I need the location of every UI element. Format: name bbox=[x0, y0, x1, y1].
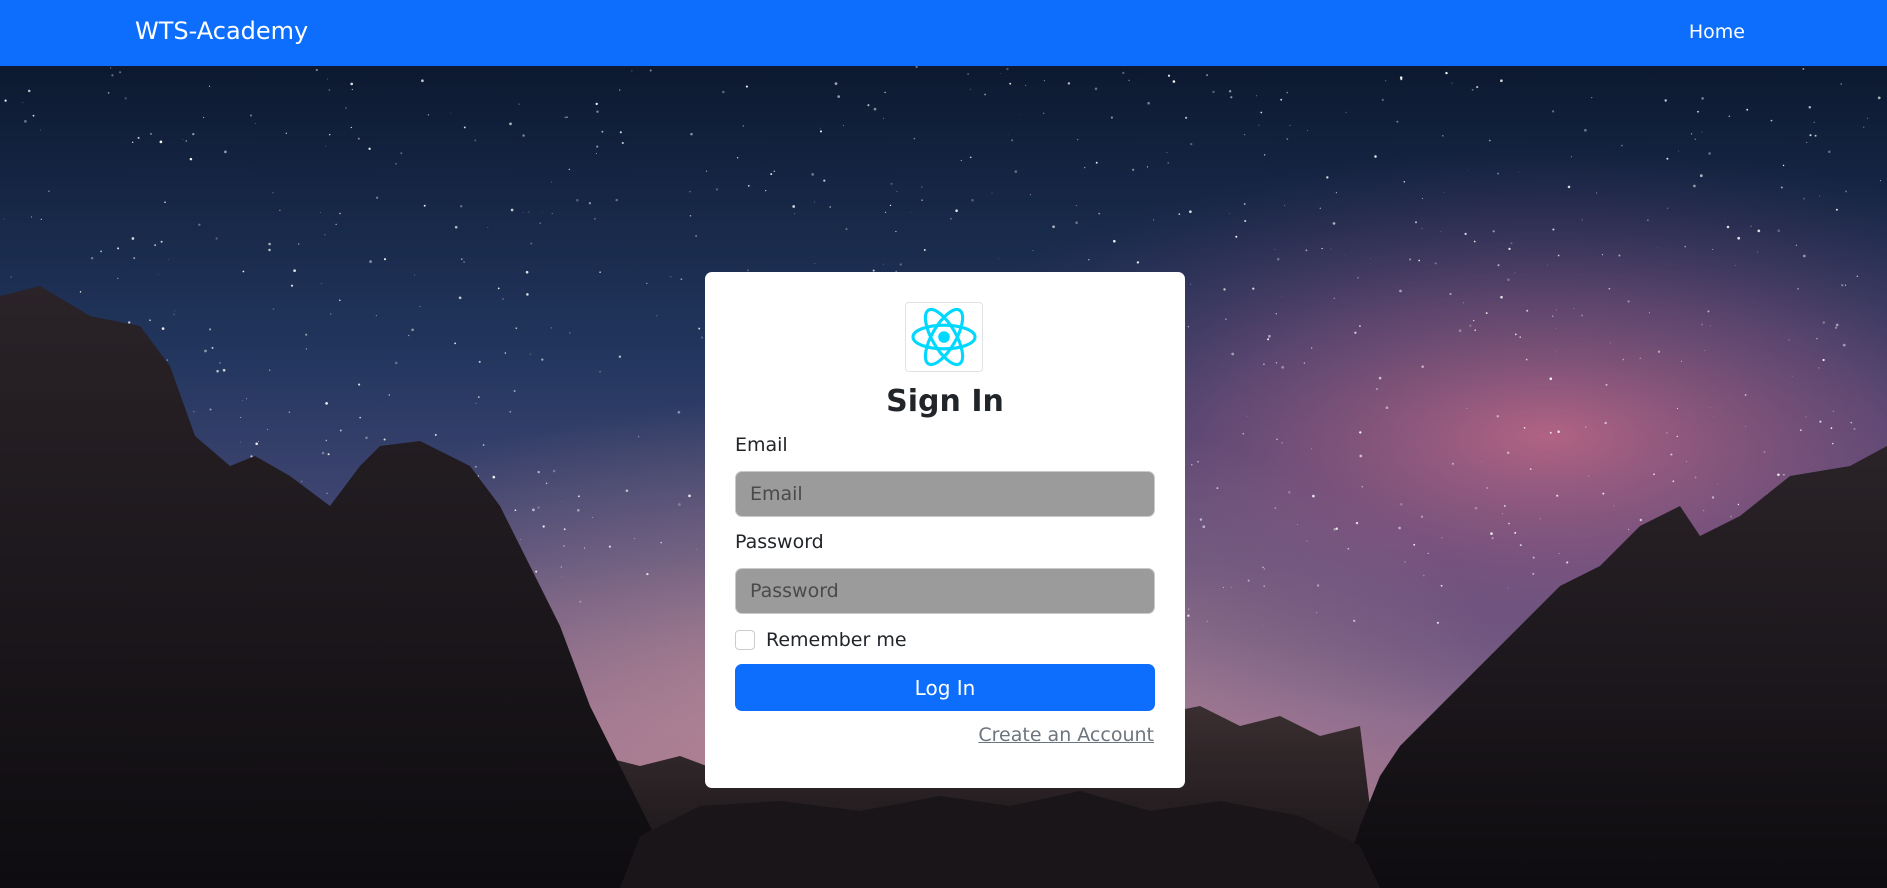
email-input[interactable] bbox=[735, 471, 1155, 517]
react-logo-icon bbox=[911, 307, 977, 367]
remember-me-row[interactable]: Remember me bbox=[735, 629, 907, 651]
remember-me-checkbox[interactable] bbox=[735, 630, 755, 650]
log-in-button[interactable]: Log In bbox=[735, 664, 1155, 711]
login-card: Sign In Email Password Remember me Log I… bbox=[705, 272, 1185, 788]
nav-home-link[interactable]: Home bbox=[1689, 21, 1745, 43]
create-account-link[interactable]: Create an Account bbox=[978, 724, 1154, 746]
password-label: Password bbox=[735, 531, 824, 553]
logo-frame bbox=[905, 302, 983, 372]
sign-in-title: Sign In bbox=[886, 384, 1004, 419]
login-page: WTS-Academy Home Sign In Email Email Pas… bbox=[0, 0, 1887, 888]
brand-link[interactable]: WTS-Academy bbox=[135, 17, 308, 45]
navbar: WTS-Academy Home bbox=[0, 0, 1887, 66]
password-input[interactable] bbox=[735, 568, 1155, 614]
email-label: Email bbox=[735, 434, 788, 456]
remember-me-label: Remember me bbox=[766, 629, 907, 651]
